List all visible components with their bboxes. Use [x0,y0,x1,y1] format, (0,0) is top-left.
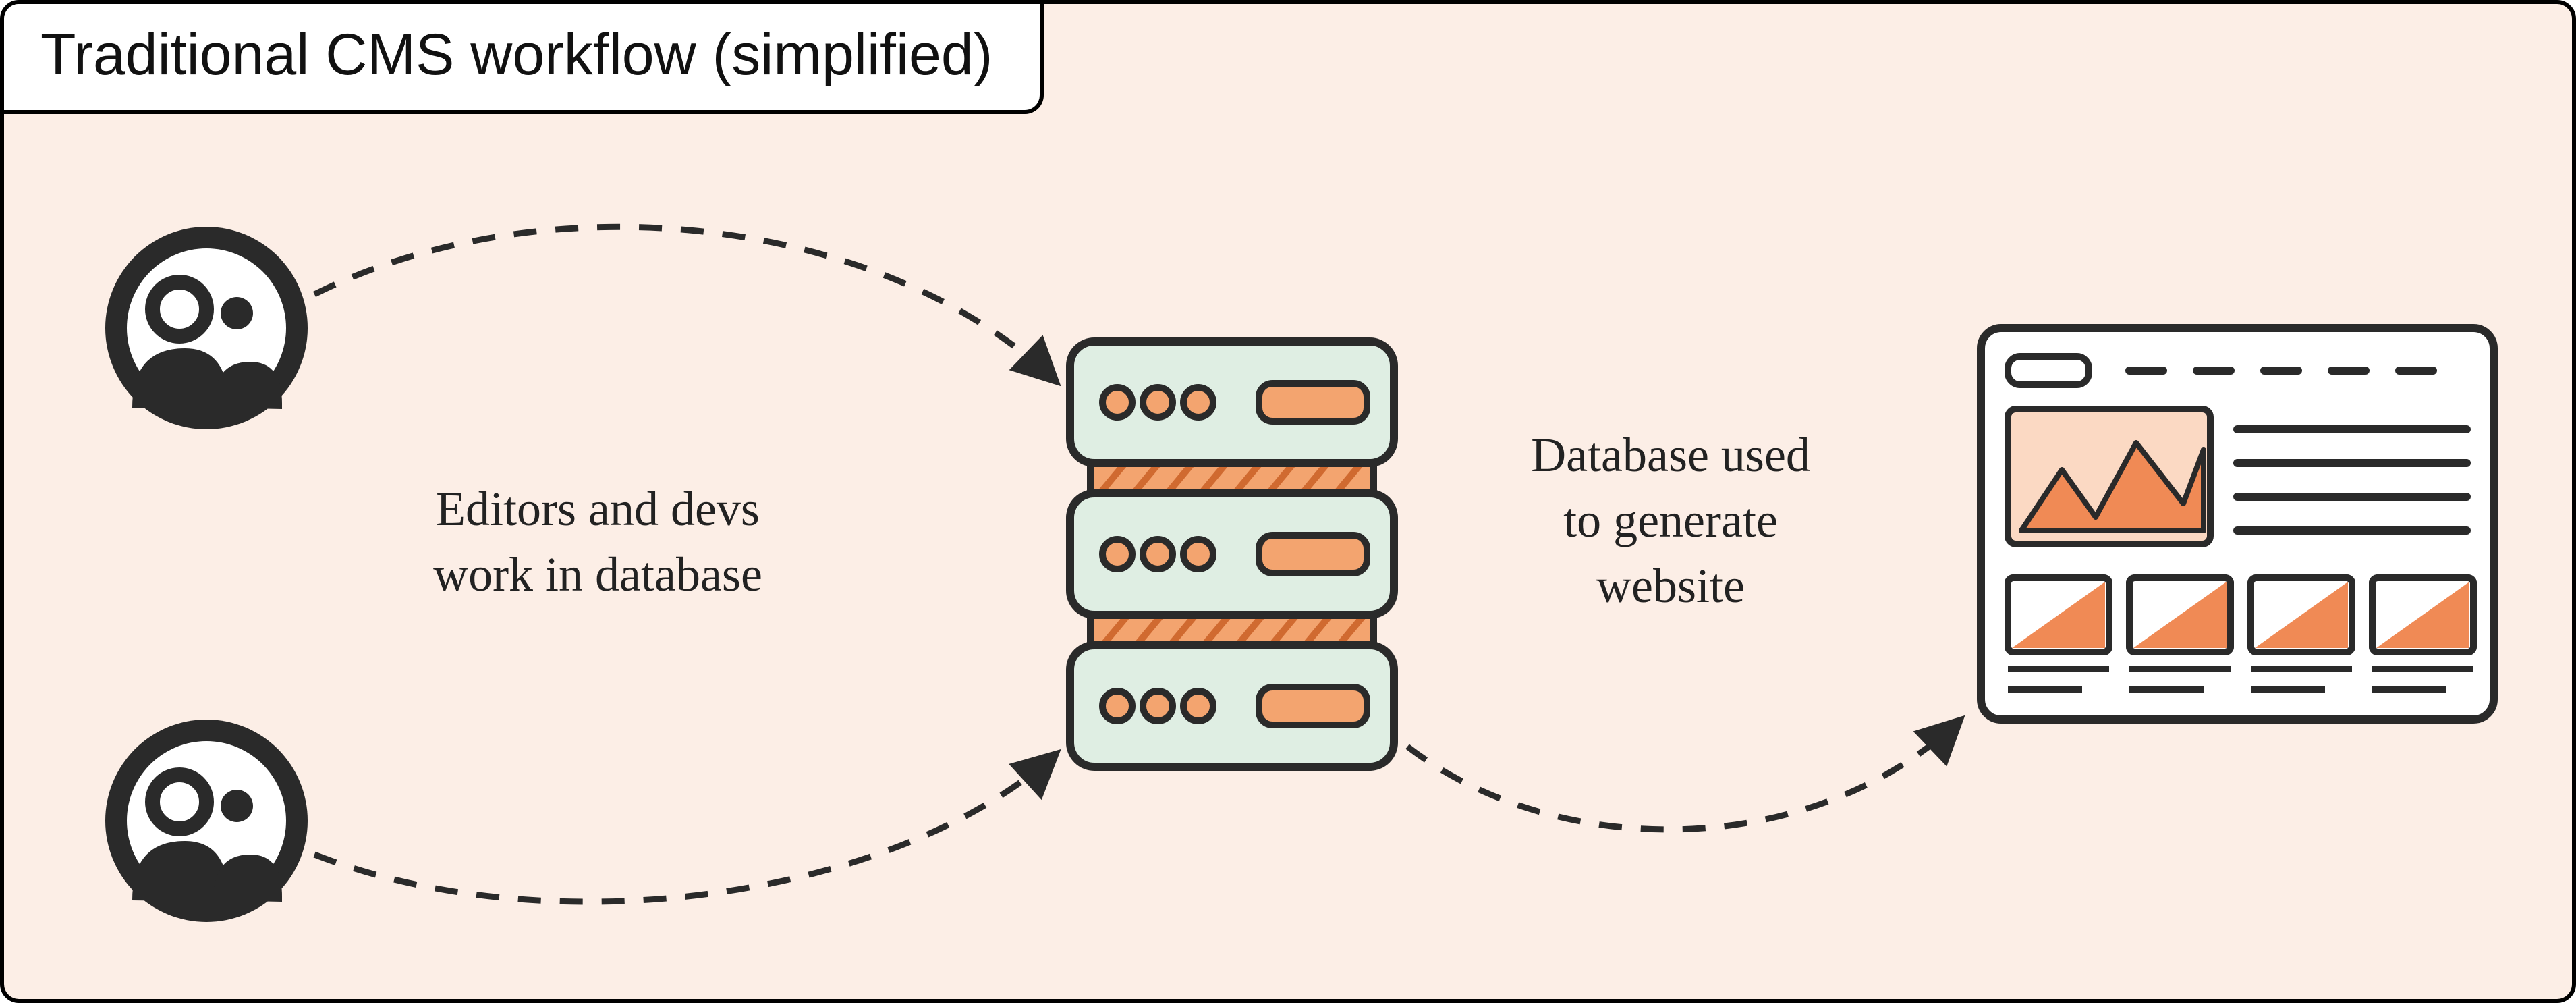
annotation-left: Editors and devs work in database [355,477,841,607]
diagram-title: Traditional CMS workflow (simplified) [0,0,1044,114]
diagram-canvas: Traditional CMS workflow (simplified) [0,0,2576,1003]
annotation-right: Database used to generate website [1455,423,1886,620]
arrow-editors-bottom-to-db [314,753,1057,902]
arrow-editors-top-to-db [314,227,1057,382]
arrow-db-to-website [1407,720,1961,830]
